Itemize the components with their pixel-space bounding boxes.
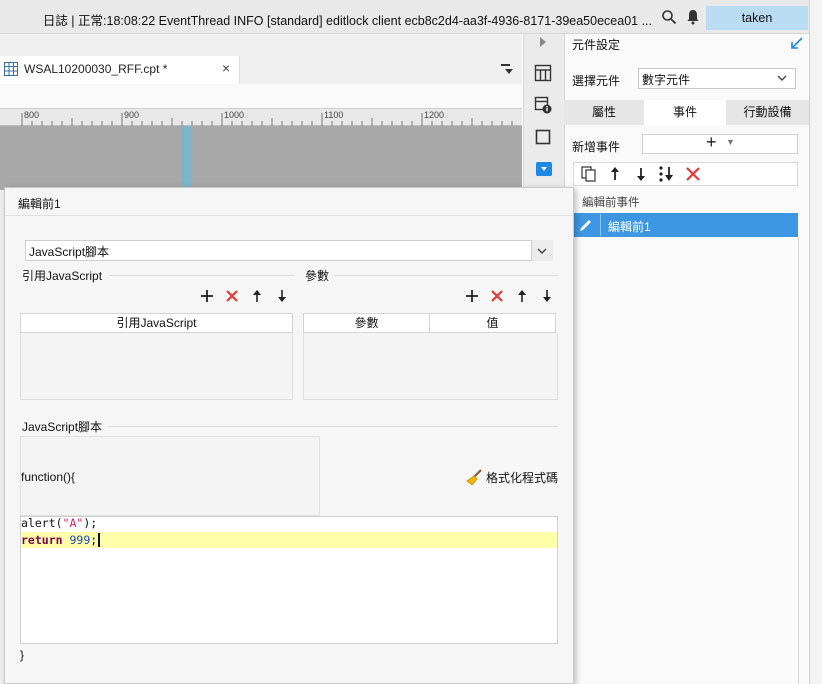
user-badge[interactable]: taken [706,6,808,30]
column-marker [182,126,192,190]
copy-icon[interactable] [580,165,598,183]
ref-js-table-body[interactable] [20,333,293,400]
event-item-name: 編輯前1 [608,220,651,234]
delete-icon[interactable] [225,289,239,303]
file-tab-name: WSAL10200030_RFF.cpt * [24,62,168,76]
add-icon[interactable] [465,289,479,303]
component-select-value: 數字元件 [642,73,691,87]
ruler-label: 1200 [424,110,445,120]
tab-mobile[interactable]: 行動設備 [726,100,809,125]
ruler-label: 1000 [224,110,245,120]
function-close-text: } [20,648,25,662]
arrow-down-icon[interactable] [632,165,650,183]
add-event-label: 新增事件 [572,140,621,154]
status-log-text: 日誌 | 正常:18:08:22 EventThread INFO [stand… [42,14,652,28]
properties-panel [564,34,809,684]
ref-js-column-header[interactable]: 引用JavaScript [20,313,293,333]
code-token: ; [90,533,98,547]
code-token: ); [83,516,98,530]
section-divider [108,426,558,427]
tab-menu-icon[interactable] [500,62,514,76]
broom-icon[interactable] [466,468,484,486]
close-tab-icon[interactable]: × [222,60,230,76]
cell-info-icon[interactable] [534,96,552,114]
ruler-label: 800 [24,110,40,120]
design-canvas[interactable] [0,126,522,190]
param-name-column-header[interactable]: 參數 [303,313,430,333]
dialog-titlebar[interactable] [5,188,573,216]
dropdown-widget-icon[interactable] [536,162,552,176]
select-component-label: 選擇元件 [572,74,621,88]
chevron-right-icon[interactable] [538,36,548,48]
event-item-divider [600,214,601,236]
code-string: "A" [62,516,84,530]
delete-icon[interactable] [684,165,702,183]
panel-divider [798,237,799,684]
chevron-down-icon[interactable] [776,72,788,84]
code-keyword: return [21,533,63,547]
arrow-down-icon[interactable] [540,289,554,303]
section-divider [334,275,558,276]
text-caret [98,533,100,547]
tab-properties[interactable]: 屬性 [564,100,644,125]
ruler-label: 900 [124,110,140,120]
param-value-column-header[interactable]: 值 [430,313,556,333]
code-token: alert( [21,516,63,530]
arrow-up-icon[interactable] [250,289,264,303]
dialog-title: 編輯前1 [18,197,61,211]
pencil-icon[interactable] [578,217,594,233]
function-open-text: function(){ [21,470,76,484]
add-event-button[interactable] [642,134,798,154]
format-code-button[interactable]: 格式化程式碼 [486,469,558,486]
plus-icon[interactable]: + [706,132,717,153]
params-table-body[interactable] [303,333,558,400]
frame-icon[interactable] [534,128,552,146]
bell-icon[interactable] [686,9,700,25]
current-line-highlight [21,532,557,548]
section-divider [110,275,295,276]
move-to-bottom-icon[interactable] [658,165,676,183]
panel-title: 元件設定 [572,38,621,52]
caret-down-icon[interactable]: ▼ [726,137,735,147]
report-file-icon [4,62,18,76]
script-section-label: JavaScript腳本 [22,420,103,434]
chevron-down-icon[interactable] [536,245,548,257]
ref-js-section-label: 引用JavaScript [22,269,103,283]
editor-toolbar-area [0,84,522,108]
arrow-up-icon[interactable] [606,165,624,183]
arrow-down-icon[interactable] [275,289,289,303]
event-type-value: JavaScript腳本 [29,245,110,259]
table-layout-icon[interactable] [534,64,552,82]
code-line[interactable]: alert("A"); [21,516,97,530]
code-number: 999 [69,533,91,547]
add-icon[interactable] [200,289,214,303]
params-section-label: 參數 [305,269,330,283]
ruler-label: 1100 [324,110,344,120]
tab-events[interactable]: 事件 [644,100,726,125]
delete-icon[interactable] [490,289,504,303]
expand-arrow-icon[interactable] [790,36,804,50]
code-line[interactable]: return 999; [21,533,97,547]
ruler: 800 900 1000 1100 1200 [0,108,522,127]
window-scrollbar[interactable] [809,0,822,684]
event-group-label: 編輯前事件 [582,197,640,209]
search-icon[interactable] [661,9,677,25]
arrow-up-icon[interactable] [515,289,529,303]
